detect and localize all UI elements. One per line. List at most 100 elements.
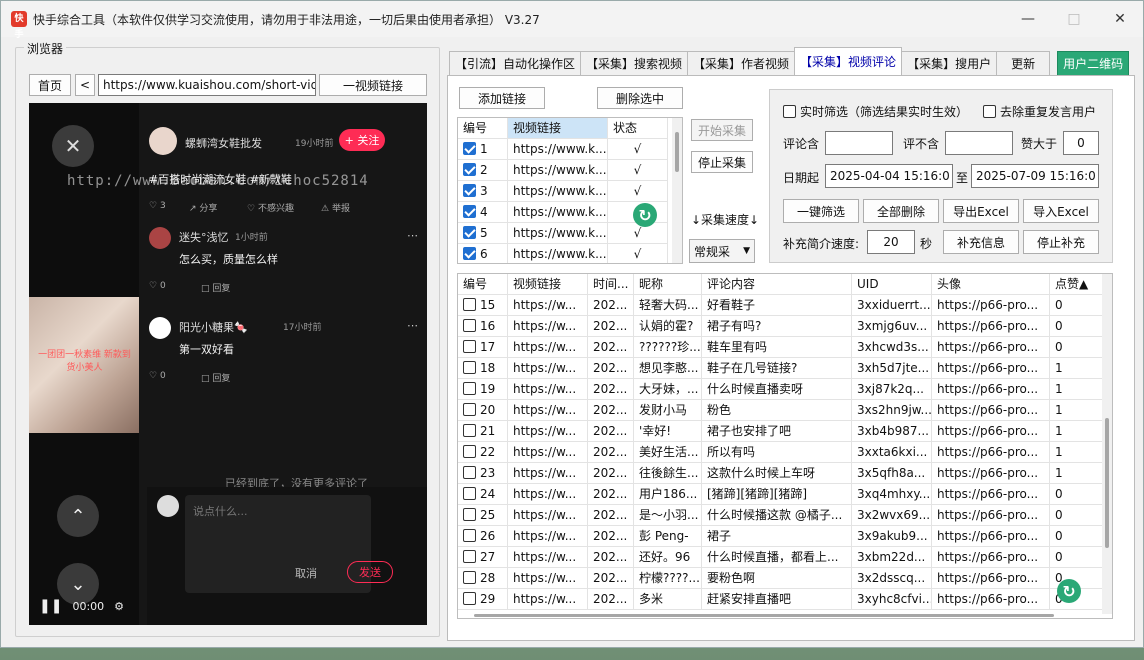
close-video-icon[interactable]: ✕ xyxy=(52,125,94,167)
row-number[interactable]: 26 xyxy=(458,526,508,547)
supplement-info-button[interactable]: 补充信息 xyxy=(943,230,1019,254)
row-number[interactable]: 23 xyxy=(458,463,508,484)
refresh-icon[interactable]: ↻ xyxy=(1057,579,1081,603)
scroll-thumb[interactable] xyxy=(1105,418,1109,548)
row-checkbox[interactable] xyxy=(463,205,476,218)
row-checkbox[interactable] xyxy=(463,319,476,332)
col-header[interactable]: 昵称 xyxy=(634,274,702,295)
add-link-button[interactable]: 添加链接 xyxy=(459,87,545,109)
refresh-icon[interactable]: ↻ xyxy=(633,203,657,227)
col-header[interactable]: 视频链接 xyxy=(508,118,608,139)
row-checkbox[interactable] xyxy=(463,163,476,176)
table-row[interactable]: 3 https://www.k... √ xyxy=(458,181,668,202)
col-header[interactable]: 编号 xyxy=(458,118,508,139)
row-checkbox[interactable] xyxy=(463,424,476,437)
commenter-name[interactable]: 阳光小糖果🍬 xyxy=(179,319,248,335)
reply-button[interactable]: □ 回复 xyxy=(201,371,230,384)
comment-input[interactable]: 说点什么... xyxy=(185,495,371,593)
row-number[interactable]: 4 xyxy=(458,202,508,223)
row-number[interactable]: 19 xyxy=(458,379,508,400)
row-checkbox[interactable] xyxy=(463,382,476,395)
back-button[interactable]: < xyxy=(75,74,95,96)
tab-search-video[interactable]: 【采集】搜索视频 xyxy=(580,51,689,75)
table-row[interactable]: 24 https://w... 202... 用户186... [猪蹄][猪蹄][猪蹄]… xyxy=(458,484,1104,505)
col-header[interactable]: 评论内容 xyxy=(702,274,852,295)
report-button[interactable]: ⚠ 举报 xyxy=(321,201,350,214)
author-name[interactable]: 螺蛳湾女鞋批发 xyxy=(185,135,262,151)
table-row[interactable]: 2 https://www.k... √ xyxy=(458,160,668,181)
tab-search-user[interactable]: 【采集】搜用户 xyxy=(901,51,998,75)
share-button[interactable]: ↗ 分享 xyxy=(189,201,217,214)
dedupe-users-checkbox[interactable]: 去除重复发言用户 xyxy=(983,103,1096,120)
go-video-link-button[interactable]: 一视频链接 xyxy=(319,74,427,96)
tab-author-video[interactable]: 【采集】作者视频 xyxy=(687,51,796,75)
import-excel-button[interactable]: 导入Excel xyxy=(1023,199,1099,223)
table-row[interactable]: 27 https://w... 202... 还好。96 什么时候直播，都看上... 3x… xyxy=(458,547,1104,568)
table-row[interactable]: 17 https://w... 202... ??????珍... 鞋车里有吗 3xhcw… xyxy=(458,337,1104,358)
row-number[interactable]: 29 xyxy=(458,589,508,610)
follow-button[interactable]: + 关注 xyxy=(339,129,385,151)
stop-supplement-button[interactable]: 停止补充 xyxy=(1023,230,1099,254)
table-row[interactable]: 26 https://w... 202... 彭 Peng- 裙子 3x9akub9...… xyxy=(458,526,1104,547)
table-row[interactable]: 28 https://w... 202... 柠檬????... 要粉色啊 3x2dssc… xyxy=(458,568,1104,589)
results-table[interactable]: 编号 视频链接 时间... 昵称 评论内容 UID 头像 点赞▲ 15 https… xyxy=(457,273,1113,619)
row-checkbox[interactable] xyxy=(463,592,476,605)
row-checkbox[interactable] xyxy=(463,340,476,353)
table-row[interactable]: 18 https://w... 202... 想见李憨... 鞋子在几号链接? 3xh5d… xyxy=(458,358,1104,379)
user-qr-button[interactable]: 用户二维码 xyxy=(1057,51,1130,75)
row-number[interactable]: 25 xyxy=(458,505,508,526)
tab-automation[interactable]: 【引流】自动化操作区 xyxy=(449,51,582,75)
row-number[interactable]: 15 xyxy=(458,295,508,316)
row-number[interactable]: 22 xyxy=(458,442,508,463)
table-row[interactable]: 16 https://w... 202... 认娟的霍? 裙子有吗? 3xmjg6uv..… xyxy=(458,316,1104,337)
row-checkbox[interactable] xyxy=(463,529,476,542)
likes-gt-input[interactable]: 0 xyxy=(1063,131,1099,155)
table-row[interactable]: 21 https://w... 202... '幸好! 裙子也安排了吧 3xb4b987.… xyxy=(458,421,1104,442)
col-header[interactable]: 状态 xyxy=(608,118,668,139)
table-row[interactable]: 19 https://w... 202... 大牙妹，... 什么时候直播卖呀 3xj87… xyxy=(458,379,1104,400)
row-checkbox[interactable] xyxy=(463,247,476,260)
row-number[interactable]: 3 xyxy=(458,181,508,202)
col-header[interactable]: UID xyxy=(852,274,932,295)
row-checkbox[interactable] xyxy=(463,403,476,416)
avatar[interactable] xyxy=(149,127,177,155)
row-checkbox[interactable] xyxy=(463,508,476,521)
row-checkbox[interactable] xyxy=(463,445,476,458)
supplement-speed-input[interactable]: 20 xyxy=(867,230,915,254)
row-checkbox[interactable] xyxy=(463,298,476,311)
avatar[interactable] xyxy=(149,227,171,249)
send-button[interactable]: 发送 xyxy=(347,561,393,583)
scroll-thumb[interactable] xyxy=(675,132,679,172)
col-header[interactable]: 视频链接 xyxy=(508,274,588,295)
row-number[interactable]: 24 xyxy=(458,484,508,505)
video-list-scrollbar[interactable] xyxy=(672,118,682,263)
tab-video-comments[interactable]: 【采集】视频评论 xyxy=(794,47,903,75)
delete-all-button[interactable]: 全部删除 xyxy=(863,199,939,223)
results-hscrollbar[interactable] xyxy=(474,614,1054,617)
collect-speed-select[interactable]: 常规采 ▼ xyxy=(689,239,755,263)
row-number[interactable]: 2 xyxy=(458,160,508,181)
export-excel-button[interactable]: 导出Excel xyxy=(943,199,1019,223)
table-row[interactable]: 29 https://w... 202... 多米 赶紧安排直播吧 3xyhc8cfvi.… xyxy=(458,589,1104,610)
realtime-filter-checkbox[interactable]: 实时筛选（筛选结果实时生效） xyxy=(783,103,968,120)
pause-icon[interactable]: ❚❚ xyxy=(39,598,62,614)
row-number[interactable]: 18 xyxy=(458,358,508,379)
comment-like[interactable]: ♡ 0 xyxy=(149,371,166,381)
cancel-button[interactable]: 取消 xyxy=(295,565,317,581)
row-number[interactable]: 16 xyxy=(458,316,508,337)
row-number[interactable]: 1 xyxy=(458,139,508,160)
minimize-icon[interactable]: — xyxy=(1005,1,1051,37)
settings-icon[interactable]: ⚙ xyxy=(114,600,124,613)
col-header[interactable]: 编号 xyxy=(458,274,508,295)
more-icon[interactable]: ⋯ xyxy=(407,319,418,332)
delete-selected-button[interactable]: 删除选中 xyxy=(597,87,683,109)
results-vscrollbar[interactable] xyxy=(1102,274,1112,614)
filter-button[interactable]: 一键筛选 xyxy=(783,199,859,223)
row-number[interactable]: 28 xyxy=(458,568,508,589)
video-list-table[interactable]: 编号 视频链接 状态 1 https://www.k... √ 2 https://ww… xyxy=(457,117,683,264)
date-to-picker[interactable]: 2025-07-09 15:16:0⌄ xyxy=(971,164,1099,188)
table-row[interactable]: 20 https://w... 202... 发财小马 粉色 3xs2hn9jw... ht… xyxy=(458,400,1104,421)
row-checkbox[interactable] xyxy=(463,550,476,563)
row-checkbox[interactable] xyxy=(463,361,476,374)
row-number[interactable]: 5 xyxy=(458,223,508,244)
